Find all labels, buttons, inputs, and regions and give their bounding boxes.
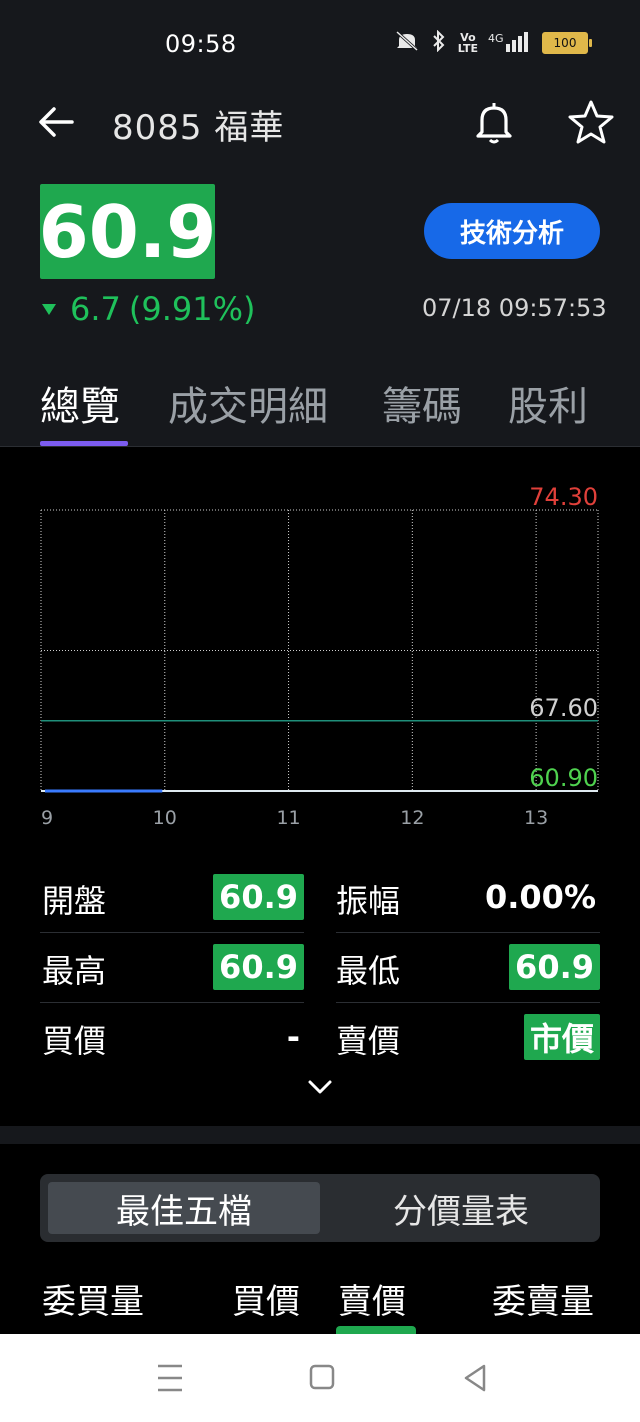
x-axis-label: 12	[400, 807, 424, 829]
triangle-back-icon	[464, 1364, 486, 1392]
tab-best-five[interactable]: 最佳五檔	[48, 1182, 320, 1234]
tab-trade-details[interactable]: 成交明細	[168, 374, 328, 432]
col-bid-volume: 委買量	[42, 1282, 144, 1322]
back-button[interactable]	[36, 102, 76, 142]
ask-label: 賣價	[336, 1022, 401, 1060]
bid-label: 買價	[42, 1022, 107, 1060]
change-percent: (9.91%)	[128, 290, 256, 328]
col-ask-price: 賣價	[338, 1282, 406, 1322]
arrow-left-icon	[39, 107, 74, 137]
alert-button[interactable]	[470, 98, 518, 146]
signal-4g-icon: 4G	[488, 30, 532, 57]
menu-icon	[158, 1364, 182, 1392]
star-icon	[568, 100, 614, 144]
bell-icon	[476, 103, 512, 144]
intraday-chart[interactable]: 74.30 67.60 60.90 9 10 11 12 13	[0, 470, 640, 850]
high-value: 60.9	[213, 944, 304, 990]
y-axis-label: 60.90	[529, 764, 598, 792]
volte-icon: Vo LTE	[457, 31, 478, 55]
battery-icon: 100	[542, 32, 592, 54]
home-nav-button[interactable]	[302, 1360, 342, 1396]
back-nav-button[interactable]	[456, 1360, 496, 1396]
expand-button[interactable]	[304, 1074, 336, 1102]
x-axis-label: 10	[153, 807, 177, 829]
y-axis-label: 74.30	[529, 483, 598, 511]
svg-text:4G: 4G	[488, 32, 504, 45]
low-value: 60.9	[509, 944, 600, 990]
bid-value: -	[286, 1018, 300, 1056]
mute-icon	[394, 30, 420, 57]
section-divider	[0, 1126, 640, 1144]
technical-analysis-button[interactable]: 技術分析	[424, 203, 600, 259]
tab-divider	[0, 446, 640, 447]
row-divider	[336, 1002, 600, 1003]
bluetooth-icon	[430, 29, 448, 57]
square-icon	[309, 1364, 335, 1390]
tab-overview[interactable]: 總覽	[40, 374, 120, 432]
row-divider	[336, 932, 600, 933]
x-axis-label: 11	[276, 807, 300, 829]
row-divider	[40, 1002, 304, 1003]
quote-timestamp: 07/18 09:57:53	[422, 294, 607, 322]
menu-nav-button[interactable]	[150, 1360, 190, 1396]
price-change: 6.7 (9.91%)	[42, 290, 256, 328]
current-price: 60.9	[39, 184, 216, 279]
col-bid-price: 買價	[232, 1282, 300, 1322]
x-axis-label: 9	[41, 807, 53, 829]
down-triangle-icon	[42, 303, 56, 315]
high-label: 最高	[42, 952, 107, 990]
amplitude-label: 振幅	[336, 882, 401, 920]
change-value: 6.7	[70, 290, 121, 328]
status-time: 09:58	[165, 30, 237, 58]
amplitude-value: 0.00%	[484, 878, 596, 916]
low-label: 最低	[336, 952, 401, 990]
ask-value: 市價	[523, 1014, 600, 1060]
status-icons: Vo LTE 4G 100	[394, 29, 592, 57]
x-axis-label: 13	[524, 807, 548, 829]
open-label: 開盤	[42, 882, 107, 920]
favorite-button[interactable]	[566, 98, 616, 146]
y-axis-label: 67.60	[529, 694, 598, 722]
chevron-down-icon	[308, 1080, 332, 1094]
tab-chips[interactable]: 籌碼	[382, 374, 462, 432]
stock-title: 8085 福華	[112, 108, 285, 148]
row-divider	[40, 932, 304, 933]
col-ask-volume: 委賣量	[492, 1282, 594, 1322]
tab-dividends[interactable]: 股利	[508, 374, 588, 432]
open-value: 60.9	[213, 874, 304, 920]
tab-price-volume[interactable]: 分價量表	[330, 1182, 592, 1234]
